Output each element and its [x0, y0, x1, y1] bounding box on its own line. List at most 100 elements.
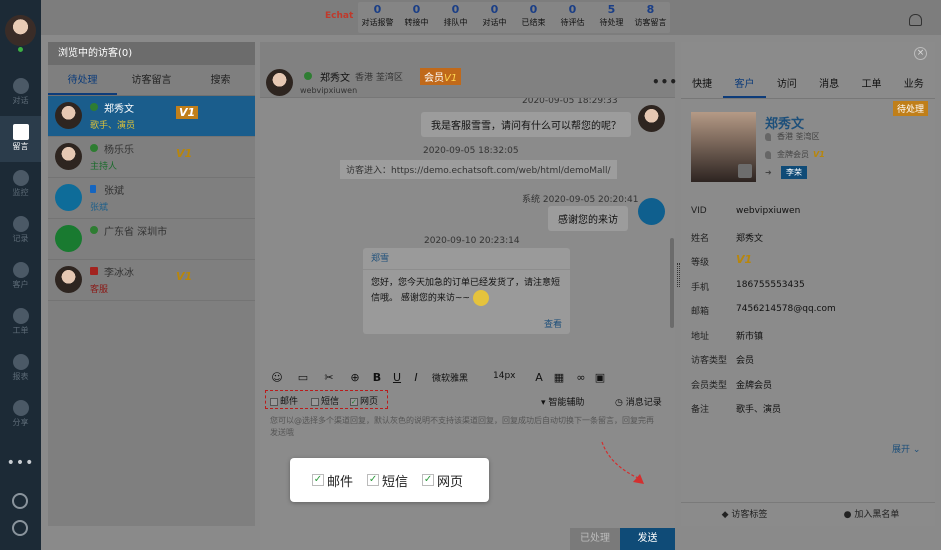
- tab-tickets[interactable]: 工单: [850, 72, 892, 98]
- globe-icon: [90, 144, 98, 152]
- tab-visits[interactable]: 访问: [766, 72, 808, 98]
- customer-photo: [691, 112, 756, 182]
- field-row: 地址 新市镇: [691, 331, 764, 342]
- visitor-row[interactable]: 广东省 深圳市: [48, 219, 255, 260]
- stat-transferring[interactable]: 0 转接中: [397, 2, 436, 33]
- bell-icon[interactable]: [909, 14, 922, 26]
- field-row: 访客类型 会员: [691, 356, 755, 366]
- view-link[interactable]: 查看: [544, 317, 562, 330]
- nav-item-reports[interactable]: 报表: [0, 346, 41, 392]
- channel-web-checkbox[interactable]: ✓ 网页: [350, 394, 378, 407]
- visitor-avatar: [55, 102, 82, 129]
- customer-tag[interactable]: 李荣: [781, 166, 807, 179]
- check-icon: ✓: [312, 474, 324, 486]
- tab-search[interactable]: 搜索: [186, 65, 255, 95]
- globe-icon: [90, 103, 98, 111]
- nav-item-records[interactable]: 记录: [0, 208, 41, 254]
- link-icon[interactable]: ∞: [574, 371, 588, 384]
- stat-to-evaluate[interactable]: 0 待评估: [553, 2, 592, 33]
- visitor-row[interactable]: 张斌 张斌: [48, 178, 255, 219]
- message-history-button[interactable]: ◷ 消息记录: [615, 395, 662, 408]
- field-row: 手机 186755553435: [691, 279, 805, 293]
- mark-processed-button[interactable]: 已处理: [570, 528, 620, 550]
- visitor-list-panel: 浏览中的访客(0) 待处理 访客留言 搜索 郑秀文 歌手、演员 V1 杨乐乐 主…: [48, 42, 255, 526]
- panel-resize-handle[interactable]: [677, 263, 680, 287]
- customer-actions: ◆ 访客标签 ● 加入黑名单: [681, 502, 935, 526]
- smart-assist-toggle[interactable]: ▾ 智能辅助: [541, 395, 584, 408]
- font-size-select[interactable]: 14px: [493, 371, 516, 381]
- scrollbar[interactable]: [670, 238, 674, 328]
- globe-link-icon[interactable]: ⊕: [348, 371, 362, 384]
- bold-icon[interactable]: B: [370, 371, 384, 384]
- settings-gear-icon[interactable]: [12, 493, 28, 509]
- expand-button[interactable]: 展开 ⌄: [892, 442, 920, 455]
- globe-icon: [90, 226, 98, 234]
- emoji-icon[interactable]: ☺: [270, 371, 284, 384]
- tab-customer[interactable]: 客户: [723, 72, 766, 98]
- visitor-tags-button[interactable]: ◆ 访客标签: [681, 503, 808, 526]
- power-icon[interactable]: [12, 520, 28, 536]
- wechat-avatar-icon: [55, 225, 82, 252]
- nav-item-messages[interactable]: 留言: [0, 116, 41, 162]
- system-note: 访客进入：https://demo.echatsoft.com/web/html…: [340, 160, 617, 179]
- tab-messages[interactable]: 消息: [808, 72, 850, 98]
- underline-icon[interactable]: U: [390, 371, 404, 384]
- visitor-row[interactable]: 李冰冰 客服 V1: [48, 260, 255, 301]
- customer-level: 金牌会员 V1: [765, 149, 825, 160]
- location-pin-icon: [765, 132, 771, 141]
- channel-email-checkbox[interactable]: 邮件: [270, 394, 298, 407]
- clear-format-icon[interactable]: ▦: [552, 371, 566, 384]
- message-list: 2020-09-05 18:29:33 我是客服雪雪，请问有什么可以帮您的呢？ …: [260, 98, 675, 366]
- top-bar: Echat 0 对话报警 0 转接中 0 排队中 0 对话中 0 已结束 0 待评估 5 待处…: [41, 0, 941, 35]
- more-menu-button[interactable]: •••: [0, 455, 41, 471]
- agent-message: 我是客服雪雪，请问有什么可以帮您的呢？: [421, 112, 631, 137]
- customer-info-panel: × 快捷 客户 访问 消息 工单 业务 待处理 郑秀文 香港 荃湾区 金牌会员 V…: [681, 42, 935, 526]
- more-options-icon[interactable]: •••: [652, 75, 678, 89]
- visitor-row[interactable]: 郑秀文 歌手、演员 V1: [48, 96, 255, 137]
- add-blacklist-button[interactable]: ● 加入黑名单: [808, 503, 935, 526]
- close-icon[interactable]: ×: [914, 47, 927, 60]
- channel-sms-checkbox[interactable]: 短信: [311, 394, 339, 407]
- stat-queueing[interactable]: 0 排队中: [436, 2, 475, 33]
- nav-item-share[interactable]: 分享: [0, 392, 41, 438]
- online-status-dot: [17, 46, 24, 53]
- stat-visitor-messages[interactable]: 8 访客留言: [631, 2, 670, 33]
- text-color-icon[interactable]: A: [532, 371, 546, 384]
- reply-card: 郑雪 您好，您今天加急的订单已经发货了，请注意短信哦。 感谢您的来访~~ 查看: [363, 248, 570, 334]
- nav-item-tickets[interactable]: 工单: [0, 300, 41, 346]
- stat-pending[interactable]: 5 待处理: [592, 2, 631, 33]
- chat-icon: [12, 78, 29, 94]
- brand-logo: Echat: [325, 11, 354, 21]
- italic-icon[interactable]: I: [409, 371, 423, 384]
- folder-icon[interactable]: ▭: [296, 371, 310, 384]
- agent-avatar[interactable]: [5, 15, 36, 46]
- contact-card-icon: [12, 262, 29, 278]
- visitor-avatar: [55, 266, 82, 293]
- globe-icon: [304, 72, 312, 80]
- nav-item-customers[interactable]: 客户: [0, 254, 41, 300]
- stats-bar: 0 对话报警 0 转接中 0 排队中 0 对话中 0 已结束 0 待评估 5 待处理 8 访客留…: [358, 2, 670, 33]
- channel-selector: 邮件 短信 ✓ 网页: [265, 390, 388, 409]
- nav-item-monitor[interactable]: 监控: [0, 162, 41, 208]
- nav-item-chat[interactable]: 对话: [0, 70, 41, 116]
- font-family-select[interactable]: 微软雅黑: [432, 371, 468, 384]
- scissors-icon[interactable]: ✂: [322, 371, 336, 384]
- send-button[interactable]: 发送: [620, 528, 675, 550]
- tab-business[interactable]: 业务: [893, 72, 935, 98]
- tab-visitor-messages[interactable]: 访客留言: [117, 65, 186, 95]
- visitor-avatar[interactable]: [266, 69, 293, 96]
- stat-alert[interactable]: 0 对话报警: [358, 2, 397, 33]
- stat-ended[interactable]: 0 已结束: [514, 2, 553, 33]
- image-icon[interactable]: ▣: [593, 371, 607, 384]
- visitor-row[interactable]: 杨乐乐 主持人 V1: [48, 137, 255, 178]
- tab-quick[interactable]: 快捷: [681, 72, 723, 98]
- monitor-icon: [90, 267, 98, 275]
- check-icon: ✓: [422, 474, 435, 486]
- visitor-id: webvipxiuwen: [300, 86, 358, 95]
- stat-in-chat[interactable]: 0 对话中: [475, 2, 514, 33]
- user-card-icon[interactable]: [738, 164, 752, 178]
- tab-pending[interactable]: 待处理: [48, 65, 117, 95]
- callout-option-web: ✓ 网页: [422, 474, 464, 490]
- reply-hint: 您可以@选择多个渠道回复，默认灰色的说明不支持该渠道回复，回复成功后自动切换下一…: [270, 416, 654, 437]
- share-icon: [12, 400, 29, 416]
